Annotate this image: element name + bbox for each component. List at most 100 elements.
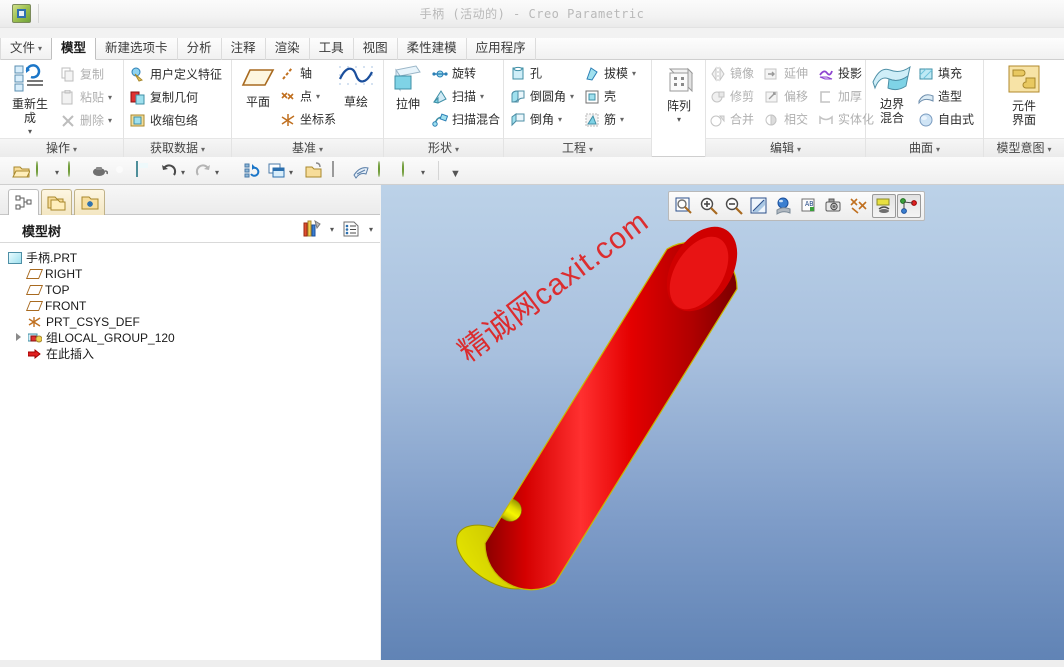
open-folder-yellow-icon[interactable] [304, 162, 322, 180]
tree-filter-icon[interactable] [302, 219, 322, 239]
repaint-icon[interactable] [747, 194, 771, 218]
freestyle-button[interactable]: 自由式 [918, 109, 974, 130]
window-switch-icon[interactable] [268, 162, 286, 180]
mirror-button[interactable]: 镜像 [710, 63, 754, 84]
spin-center-icon[interactable] [872, 194, 896, 218]
globe-green-icon[interactable] [378, 161, 396, 180]
shrinkwrap-button[interactable]: 收缩包络 [130, 110, 198, 131]
tree-node-csys[interactable]: PRT_CSYS_DEF [28, 313, 140, 329]
tab-view[interactable]: 视图 [352, 38, 398, 60]
tree-node-local-group[interactable]: 组LOCAL_GROUP_120 [16, 329, 175, 345]
style-button[interactable]: 造型 [918, 86, 962, 107]
merge-button[interactable]: 合并 [710, 109, 754, 130]
round-button[interactable]: 倒圆角 ▾ [510, 86, 574, 107]
project-button[interactable]: 投影 [818, 63, 862, 84]
delete-button[interactable]: 删除 ▾ [60, 110, 112, 131]
tree-node-front[interactable]: FRONT [25, 297, 86, 313]
pattern-button[interactable]: 阵列 ▾ [653, 66, 705, 126]
tab-model-tree[interactable] [8, 189, 39, 215]
ribbon-group-editing-title[interactable]: 编辑 ▾ [706, 138, 865, 157]
chamfer-button[interactable]: 倒角 ▾ [510, 109, 562, 130]
graphics-viewport[interactable]: 精诚网caxit.com AB [381, 185, 1064, 667]
copy-button[interactable]: 复制 [60, 64, 104, 85]
redo-icon[interactable] [194, 162, 212, 180]
zoom-fit-icon[interactable] [672, 194, 696, 218]
draft-button[interactable]: 拔模 ▾ [584, 63, 636, 84]
globe-green-icon[interactable] [36, 161, 54, 180]
datum-axis-button[interactable]: 轴 [280, 63, 312, 84]
ribbon-group-shapes-title[interactable]: 形状 ▾ [384, 138, 503, 157]
ribbon-group-datum-title[interactable]: 基准 ▾ [232, 138, 383, 157]
tab-tools[interactable]: 工具 [308, 38, 354, 60]
globe-green-icon[interactable] [402, 161, 420, 180]
chevron-down-icon[interactable]: ▾ [289, 168, 293, 177]
chevron-down-icon[interactable]: ▾ [421, 168, 425, 177]
tab-new-tab[interactable]: 新建选项卡 [95, 38, 178, 60]
ribbon-group-model-intent-title[interactable]: 模型意图 ▾ [984, 138, 1064, 157]
save-icon[interactable] [136, 161, 154, 180]
datum-csys-button[interactable]: 坐标系 [280, 109, 336, 130]
point-display-icon[interactable] [897, 194, 921, 218]
shading-icon[interactable] [352, 162, 370, 180]
sketch-button[interactable]: 草绘 [332, 64, 380, 109]
tree-node-right[interactable]: RIGHT [25, 265, 82, 281]
tab-applications[interactable]: 应用程序 [465, 38, 536, 60]
hole-button[interactable]: 孔 [510, 63, 542, 84]
globe-green-icon[interactable] [68, 161, 86, 180]
tab-folder-browser[interactable] [41, 189, 72, 215]
chevron-down-icon[interactable]: ▾ [55, 168, 59, 177]
datum-display-icon[interactable] [847, 194, 871, 218]
datum-plane-button[interactable]: 平面 [234, 66, 282, 109]
udf-button[interactable]: 用户定义特征 [130, 64, 222, 85]
shell-button[interactable]: 壳 [584, 86, 616, 107]
datum-point-button[interactable]: 点 ▾ [280, 86, 320, 107]
regenerate-model-icon[interactable] [244, 162, 262, 180]
fill-button[interactable]: 填充 [918, 63, 962, 84]
tab-render[interactable]: 渲染 [264, 38, 310, 60]
ribbon-group-get-data-title[interactable]: 获取数据 ▾ [124, 138, 231, 157]
tab-file[interactable]: 文件 ▾ [0, 38, 53, 60]
teapot-icon[interactable] [90, 162, 109, 180]
model-tree-list[interactable]: 手柄.PRT RIGHT TOP FRONT PRT_CSYS_DEF 组LOC… [0, 243, 380, 667]
tab-annotate[interactable]: 注释 [220, 38, 266, 60]
boundary-blend-button[interactable]: 边界 混合 [868, 64, 916, 125]
zoom-out-icon[interactable] [722, 194, 746, 218]
tree-settings-icon[interactable] [342, 220, 360, 238]
tab-analysis[interactable]: 分析 [176, 38, 222, 60]
paste-button[interactable]: 粘贴 ▾ [60, 87, 112, 108]
tree-node-top[interactable]: TOP [25, 281, 69, 297]
regenerate-button[interactable]: 重新生 成 ▾ [4, 64, 56, 138]
rib-button[interactable]: 筋 ▾ [584, 109, 624, 130]
ribbon-group-surfaces-title[interactable]: 曲面 ▾ [866, 138, 983, 157]
trim-button[interactable]: 修剪 [710, 86, 754, 107]
ribbon-group-operations-title[interactable]: 操作 ▾ [0, 138, 123, 157]
new-page-icon[interactable] [330, 161, 348, 180]
sweep-button[interactable]: 扫描 ▾ [432, 86, 484, 107]
revolve-button[interactable]: 旋转 [432, 63, 476, 84]
tab-favorites-folder[interactable] [74, 189, 105, 215]
ribbon-group-engineering-title[interactable]: 工程 ▾ [504, 138, 651, 157]
zoom-in-icon[interactable] [697, 194, 721, 218]
chevron-down-icon[interactable]: ▾ [215, 168, 219, 177]
thicken-button[interactable]: 加厚 [818, 86, 862, 107]
copy-geometry-button[interactable]: 复制几何 [130, 87, 198, 108]
display-style-icon[interactable] [772, 194, 796, 218]
expand-arrow-icon[interactable] [16, 333, 21, 341]
gear-icon[interactable] [112, 162, 130, 180]
tree-node-part[interactable]: 手柄.PRT [8, 249, 77, 265]
overflow-caret-icon[interactable]: ▼ [450, 168, 461, 180]
intersect-button[interactable]: 相交 [764, 109, 808, 130]
chevron-down-icon[interactable]: ▾ [181, 168, 185, 177]
extrude-button[interactable]: 拉伸 [386, 64, 430, 111]
chevron-down-icon[interactable]: ▾ [369, 225, 373, 234]
undo-icon[interactable] [160, 162, 178, 180]
tab-model[interactable]: 模型 [51, 38, 97, 60]
chevron-down-icon[interactable]: ▾ [330, 225, 334, 234]
offset-button[interactable]: 偏移 [764, 86, 808, 107]
extend-button[interactable]: 延伸 [764, 63, 808, 84]
swept-blend-button[interactable]: 扫描混合 [432, 109, 500, 130]
component-interface-button[interactable]: 元件 界面 [998, 64, 1050, 127]
tab-flexible-modeling[interactable]: 柔性建模 [396, 38, 467, 60]
saved-view-camera-icon[interactable] [822, 194, 846, 218]
annotation-display-icon[interactable]: AB [797, 194, 821, 218]
